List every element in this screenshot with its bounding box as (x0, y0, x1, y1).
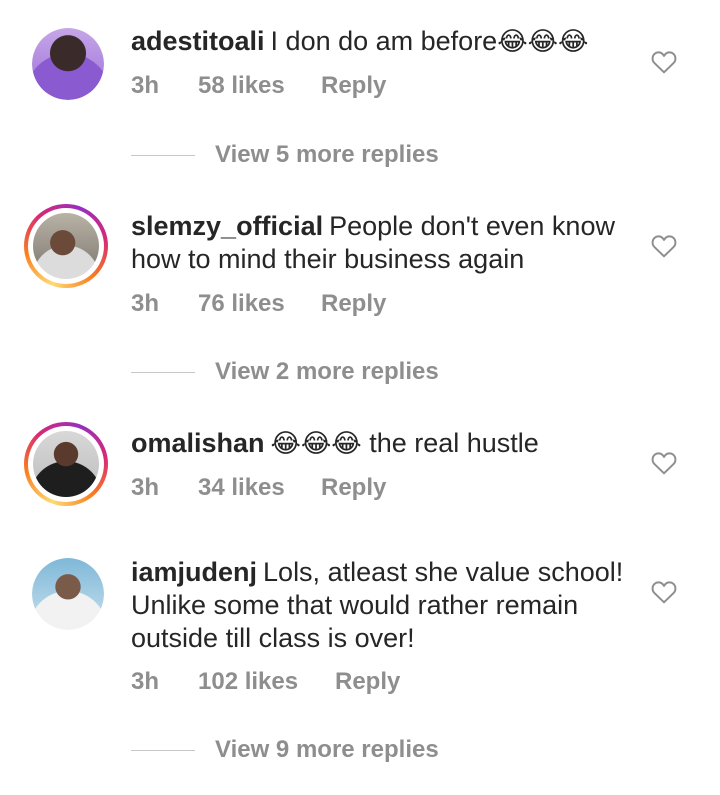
reply-button[interactable]: Reply (321, 474, 386, 502)
comment-meta: 3h 76 likes Reply (131, 290, 386, 318)
comment-username[interactable]: slemzy_official (131, 211, 323, 241)
view-more-replies[interactable]: View 5 more replies (131, 140, 439, 170)
divider-line (131, 154, 195, 156)
comment-text: adestitoali I don do am before😂😂😂 (131, 25, 651, 59)
comment-username[interactable]: omalishan (131, 428, 265, 458)
divider-line (131, 749, 195, 751)
avatar-with-story-ring[interactable] (24, 422, 108, 506)
comment-time: 3h (131, 474, 160, 501)
comment-text: iamjudenj Lols, atleast she value school!… (131, 556, 631, 655)
view-more-replies-label[interactable]: View 9 more replies (215, 736, 439, 764)
comment-meta: 3h 102 likes Reply (131, 668, 400, 696)
divider-line (131, 371, 195, 373)
avatar[interactable] (32, 558, 104, 630)
view-more-replies-label[interactable]: View 5 more replies (215, 141, 439, 169)
heart-outline-icon[interactable] (651, 234, 677, 258)
view-more-replies[interactable]: View 9 more replies (131, 735, 439, 765)
reply-button[interactable]: Reply (321, 290, 386, 318)
heart-outline-icon[interactable] (651, 580, 677, 604)
comment-text: omalishan 😂😂😂 the real hustle (131, 427, 651, 461)
like-count[interactable]: 102 likes (198, 668, 335, 696)
comment-text: slemzy_official People don't even know ho… (131, 210, 651, 276)
view-more-replies-label[interactable]: View 2 more replies (215, 358, 439, 386)
comment-username[interactable]: iamjudenj (131, 557, 257, 587)
laughing-emoji: 😂😂😂 (497, 27, 589, 57)
view-more-replies[interactable]: View 2 more replies (131, 357, 439, 387)
comment-body: the real hustle (369, 428, 539, 458)
avatar (33, 213, 99, 279)
reply-button[interactable]: Reply (321, 72, 386, 100)
reply-button[interactable]: Reply (335, 668, 400, 696)
like-count[interactable]: 58 likes (198, 72, 321, 100)
comment-time: 3h (131, 290, 160, 317)
avatar-with-story-ring[interactable] (24, 204, 108, 288)
comment-body: I don do am before (270, 26, 498, 56)
like-count[interactable]: 76 likes (198, 290, 321, 318)
heart-outline-icon[interactable] (651, 451, 677, 475)
laughing-emoji: 😂😂😂 (270, 429, 362, 459)
comment-username[interactable]: adestitoali (131, 26, 265, 56)
like-count[interactable]: 34 likes (198, 474, 321, 502)
avatar (33, 431, 99, 497)
avatar[interactable] (32, 28, 104, 100)
heart-outline-icon[interactable] (651, 50, 677, 74)
comment-time: 3h (131, 668, 160, 695)
comment-meta: 3h 34 likes Reply (131, 474, 386, 502)
comment-meta: 3h 58 likes Reply (131, 72, 386, 100)
comment-time: 3h (131, 72, 160, 99)
